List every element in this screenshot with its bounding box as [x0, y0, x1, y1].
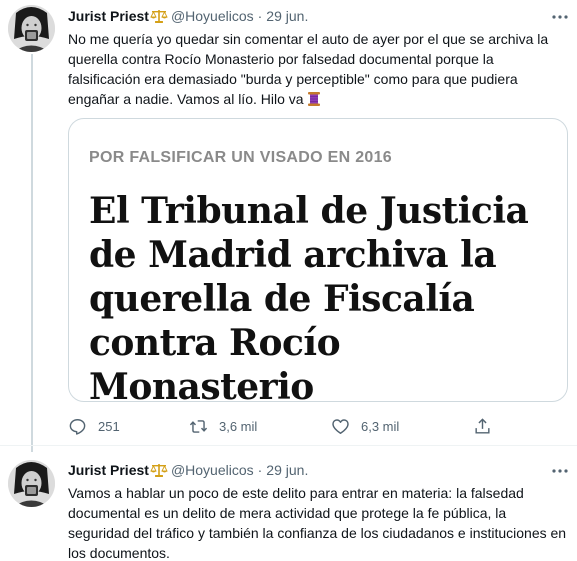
tweet-date[interactable]: 29 jun. — [266, 8, 308, 24]
retweet-count: 3,6 mil — [219, 418, 258, 434]
tweet[interactable]: Jurist Priest @Hoyuelicos · 29 jun. No m… — [0, 0, 577, 452]
author-name[interactable]: Jurist Priest — [68, 462, 149, 478]
retweet-icon — [189, 419, 208, 433]
link-card[interactable]: POR FALSIFICAR UN VISADO EN 2016 El Trib… — [68, 118, 568, 402]
avatar-image — [8, 460, 55, 507]
retweet-button[interactable]: 3,6 mil — [189, 414, 257, 438]
card-headline-line: El Tribunal de Justicia — [89, 190, 529, 232]
author-handle[interactable]: @Hoyuelicos — [171, 462, 254, 478]
separator-dot: · — [257, 8, 263, 24]
tweet-header: Jurist Priest @Hoyuelicos · 29 jun. — [68, 461, 308, 479]
tweet-actions: 251 3,6 mil 6,3 mil — [68, 414, 498, 438]
share-button[interactable] — [473, 414, 492, 438]
card-headline-line: de Madrid archiva la — [89, 234, 497, 276]
avatar-image — [8, 5, 55, 52]
balance-scale-icon — [150, 10, 168, 23]
balance-scale-icon — [150, 464, 168, 477]
thread-connector-line — [31, 54, 33, 452]
card-headline-line: querella de Fiscalía — [89, 278, 475, 320]
card-headline-line: Monasterio — [89, 366, 314, 402]
card-headline: El Tribunal de Justicia de Madrid archiv… — [89, 189, 559, 402]
heart-icon — [332, 418, 349, 434]
like-count: 6,3 mil — [361, 418, 400, 434]
more-options-icon[interactable] — [551, 462, 569, 480]
author-handle[interactable]: @Hoyuelicos — [171, 8, 254, 24]
avatar[interactable] — [8, 460, 55, 507]
avatar[interactable] — [8, 5, 55, 52]
thread-spool-icon — [307, 92, 320, 106]
separator-dot: · — [257, 462, 263, 478]
reply-count: 251 — [98, 418, 120, 434]
tweet[interactable]: Jurist Priest @Hoyuelicos · 29 jun. Vamo… — [0, 452, 577, 561]
reply-icon — [69, 418, 86, 435]
card-headline-line: contra Rocío — [89, 322, 341, 364]
tweet-header: Jurist Priest @Hoyuelicos · 29 jun. — [68, 7, 308, 25]
more-options-icon[interactable] — [551, 8, 569, 26]
card-kicker: POR FALSIFICAR UN VISADO EN 2016 — [89, 149, 392, 166]
author-name[interactable]: Jurist Priest — [68, 8, 149, 24]
reply-button[interactable]: 251 — [68, 414, 120, 438]
tweet-text: Vamos a hablar un poco de este delito pa… — [68, 485, 567, 561]
tweet-text: No me quería yo quedar sin comentar el a… — [68, 29, 568, 109]
share-icon — [475, 417, 490, 434]
tweet-date[interactable]: 29 jun. — [266, 462, 308, 478]
tweet-divider — [0, 445, 577, 446]
like-button[interactable]: 6,3 mil — [331, 414, 399, 438]
